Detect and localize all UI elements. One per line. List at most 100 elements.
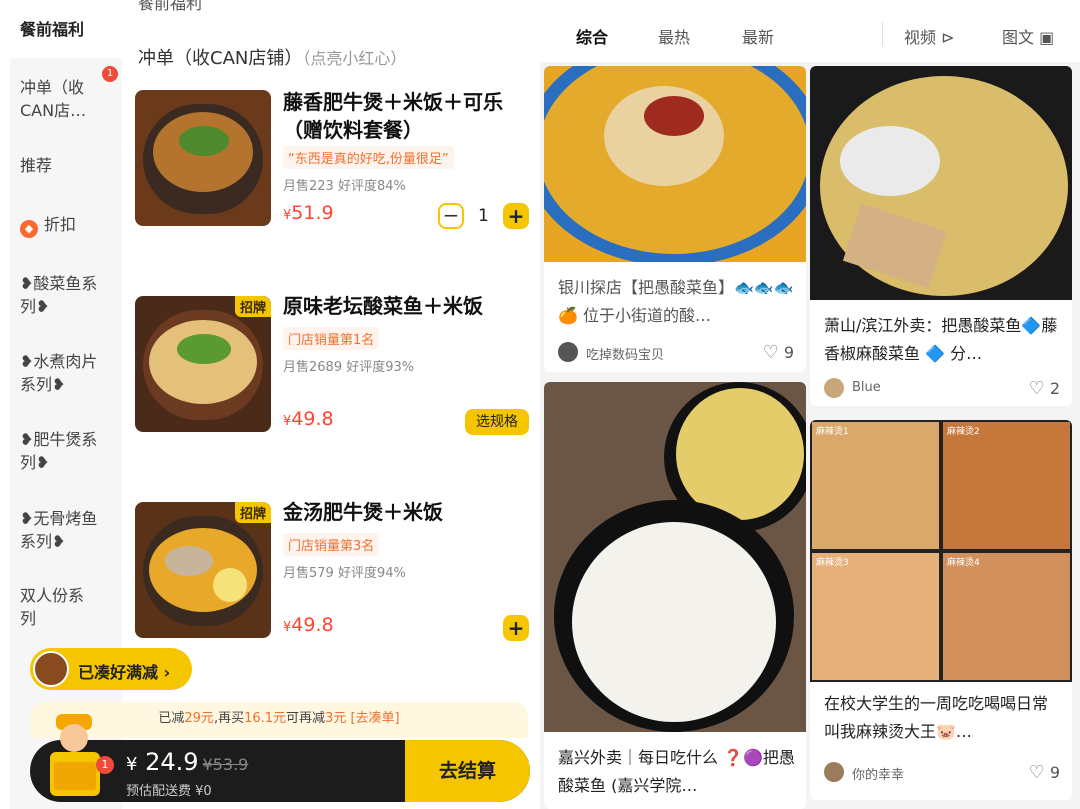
sidebar-item-double[interactable]: 双人份系列: [20, 584, 98, 630]
note-card[interactable]: 麻辣烫1 麻辣烫2 麻辣烫3 麻辣烫4 在校大学生的一周吃吃喝喝日常 叫我麻辣烫…: [810, 420, 1072, 800]
dish-name[interactable]: 金汤肥牛煲＋米饭: [283, 498, 533, 526]
dish-image[interactable]: 招牌: [135, 502, 271, 638]
dish-thumbnail: [33, 651, 69, 687]
discount-ready-pill[interactable]: 已凑好满减 ›: [30, 648, 192, 690]
note-card[interactable]: 萧山/滨江外卖：把愚酸菜鱼🔷藤香椒麻酸菜鱼 🔷 分… Blue ♡ 2: [810, 66, 1072, 406]
dish-stats: 月售579 好评度94%: [283, 566, 406, 581]
like-button[interactable]: ♡ 2: [1029, 378, 1060, 399]
like-count: 9: [783, 343, 794, 362]
author-row: Blue ♡ 2: [824, 378, 1060, 400]
like-count: 9: [1049, 763, 1060, 782]
dish-stats: 月售223 好评度84%: [283, 179, 406, 194]
note-photo: [544, 382, 806, 732]
sidebar-badge: 1: [102, 66, 118, 82]
author-name[interactable]: 你的幸幸: [852, 764, 904, 783]
note-collage: 麻辣烫1 麻辣烫2 麻辣烫3 麻辣烫4: [810, 420, 1072, 682]
tab-video[interactable]: 视频 ⊳: [904, 24, 955, 48]
dish-price: ¥51.9: [283, 202, 334, 224]
collage-label: 麻辣烫4: [947, 558, 980, 568]
quantity-plus-button[interactable]: +: [503, 203, 529, 229]
heart-icon: ♡: [1028, 378, 1045, 399]
like-button[interactable]: ♡ 9: [1029, 762, 1060, 783]
signature-badge: 招牌: [234, 296, 271, 317]
sidebar-item-beef-pot[interactable]: ❥肥牛煲系列❥: [20, 428, 98, 474]
note-title[interactable]: 萧山/滨江外卖：把愚酸菜鱼🔷藤香椒麻酸菜鱼 🔷 分…: [824, 312, 1062, 368]
section-subtitle: （点亮小红心）: [302, 49, 407, 68]
quantity-value: 1: [478, 206, 489, 226]
currency-symbol: ¥: [126, 754, 138, 775]
sidebar-item-discount[interactable]: ◆ 折扣: [20, 213, 112, 238]
author-name[interactable]: Blue: [852, 380, 881, 395]
promo-value: 29元: [184, 711, 214, 726]
tab-newest[interactable]: 最新: [742, 24, 774, 48]
note-card[interactable]: 嘉兴外卖｜每日吃什么 ❓🟣把愚酸菜鱼 (嘉兴学院…: [544, 382, 806, 809]
author-row: 你的幸幸 ♡ 9: [824, 762, 1060, 784]
note-title[interactable]: 在校大学生的一周吃吃喝喝日常 叫我麻辣烫大王🐷…: [824, 690, 1062, 746]
sidebar-item-recommend[interactable]: 推荐: [20, 154, 112, 177]
tab-divider: [882, 22, 883, 46]
note-photo: [544, 66, 806, 262]
collage-label: 麻辣烫1: [816, 427, 849, 437]
author-row: 吃掉数码宝贝 ♡ 9: [558, 342, 794, 364]
tab-image-text[interactable]: 图文 ▣: [1002, 24, 1054, 48]
avatar[interactable]: [558, 342, 578, 362]
like-button[interactable]: ♡ 9: [763, 342, 794, 363]
cart-count-badge: 1: [96, 756, 114, 774]
collage-label: 麻辣烫3: [816, 558, 849, 568]
collage-label: 麻辣烫2: [947, 427, 980, 437]
food-delivery-app: 餐前福利 冲单（收CAN店… 1 推荐 ◆ 折扣 ❥酸菜鱼系列❥ ❥水煮肉片系列❥…: [0, 0, 540, 809]
promo-text: 可再减: [286, 711, 326, 726]
select-spec-button[interactable]: 选规格: [465, 409, 529, 435]
section-title-prev: 餐前福利: [138, 0, 203, 13]
cart-total-value: 24.9: [145, 748, 199, 776]
cart-original-price: ¥53.9: [202, 755, 249, 774]
heart-icon: ♡: [762, 342, 779, 363]
dish-price: ¥49.8: [283, 614, 334, 636]
promo-text: 已减: [158, 711, 185, 726]
sidebar-item-grilled-fish[interactable]: ❥无骨烤鱼系列❥: [20, 507, 98, 553]
dish-image[interactable]: [135, 90, 271, 226]
note-photo: [810, 66, 1072, 300]
notes-feed-app: 综合 最热 最新 视频 ⊳ 图文 ▣ 银川探店【把愚酸菜鱼】🐟🐟🐟🍊 位于小街道…: [540, 0, 1080, 809]
add-more-link[interactable]: [去凑单]: [346, 711, 399, 726]
avatar[interactable]: [824, 378, 844, 398]
section-title: 冲单（收CAN店铺）（点亮小红心）: [138, 44, 406, 70]
tab-comprehensive[interactable]: 综合: [576, 24, 608, 48]
section-title-text: 冲单（收CAN店铺）: [138, 48, 303, 69]
author-name[interactable]: 吃掉数码宝贝: [586, 344, 664, 363]
note-title[interactable]: 银川探店【把愚酸菜鱼】🐟🐟🐟🍊 位于小街道的酸…: [558, 274, 796, 330]
price-value: 49.8: [291, 614, 334, 636]
sidebar-item-boiled-pork[interactable]: ❥水煮肉片系列❥: [20, 350, 98, 396]
sidebar-item-label: 折扣: [44, 215, 77, 234]
review-tag: “东西是真的好吃,份量很足”: [283, 146, 454, 169]
rank-tag: 门店销量第3名: [283, 533, 380, 556]
rank-tag: 门店销量第1名: [283, 327, 380, 350]
dish-name[interactable]: 藤香肥牛煲＋米饭＋可乐（赠饮料套餐）: [283, 88, 533, 144]
price-value: 51.9: [291, 202, 334, 224]
tab-hottest[interactable]: 最热: [658, 24, 690, 48]
dish-price: ¥49.8: [283, 408, 334, 430]
discount-ready-text: 已凑好满减 ›: [78, 663, 171, 682]
feed-tabs: 综合 最热 最新 视频 ⊳ 图文 ▣: [540, 0, 1080, 62]
sidebar-item-pre-meal[interactable]: 餐前福利: [20, 18, 112, 41]
price-value: 49.8: [291, 408, 334, 430]
like-count: 2: [1049, 379, 1060, 398]
promo-value: 3元: [325, 711, 347, 726]
discount-icon: ◆: [20, 220, 38, 238]
sidebar-item-sour-fish[interactable]: ❥酸菜鱼系列❥: [20, 272, 98, 318]
shipping-fee: 预估配送费 ¥0: [126, 784, 212, 799]
dish-stats: 月售2689 好评度93%: [283, 360, 415, 375]
quantity-minus-button[interactable]: −: [438, 203, 464, 229]
dish-image[interactable]: 招牌: [135, 296, 271, 432]
add-to-cart-button[interactable]: +: [503, 615, 529, 641]
signature-badge: 招牌: [234, 502, 271, 523]
note-title[interactable]: 嘉兴外卖｜每日吃什么 ❓🟣把愚酸菜鱼 (嘉兴学院…: [558, 744, 796, 800]
heart-icon: ♡: [1028, 762, 1045, 783]
note-card[interactable]: 银川探店【把愚酸菜鱼】🐟🐟🐟🍊 位于小街道的酸… 吃掉数码宝贝 ♡ 9: [544, 66, 806, 372]
dish-name[interactable]: 原味老坛酸菜鱼＋米饭: [283, 292, 533, 320]
cart-total: ¥ 24.9 ¥53.9: [126, 748, 248, 776]
sidebar-item-rush-order[interactable]: 冲单（收CAN店…: [20, 76, 100, 122]
promo-value: 16.1元: [244, 711, 287, 726]
avatar[interactable]: [824, 762, 844, 782]
checkout-button[interactable]: 去结算: [405, 740, 530, 802]
